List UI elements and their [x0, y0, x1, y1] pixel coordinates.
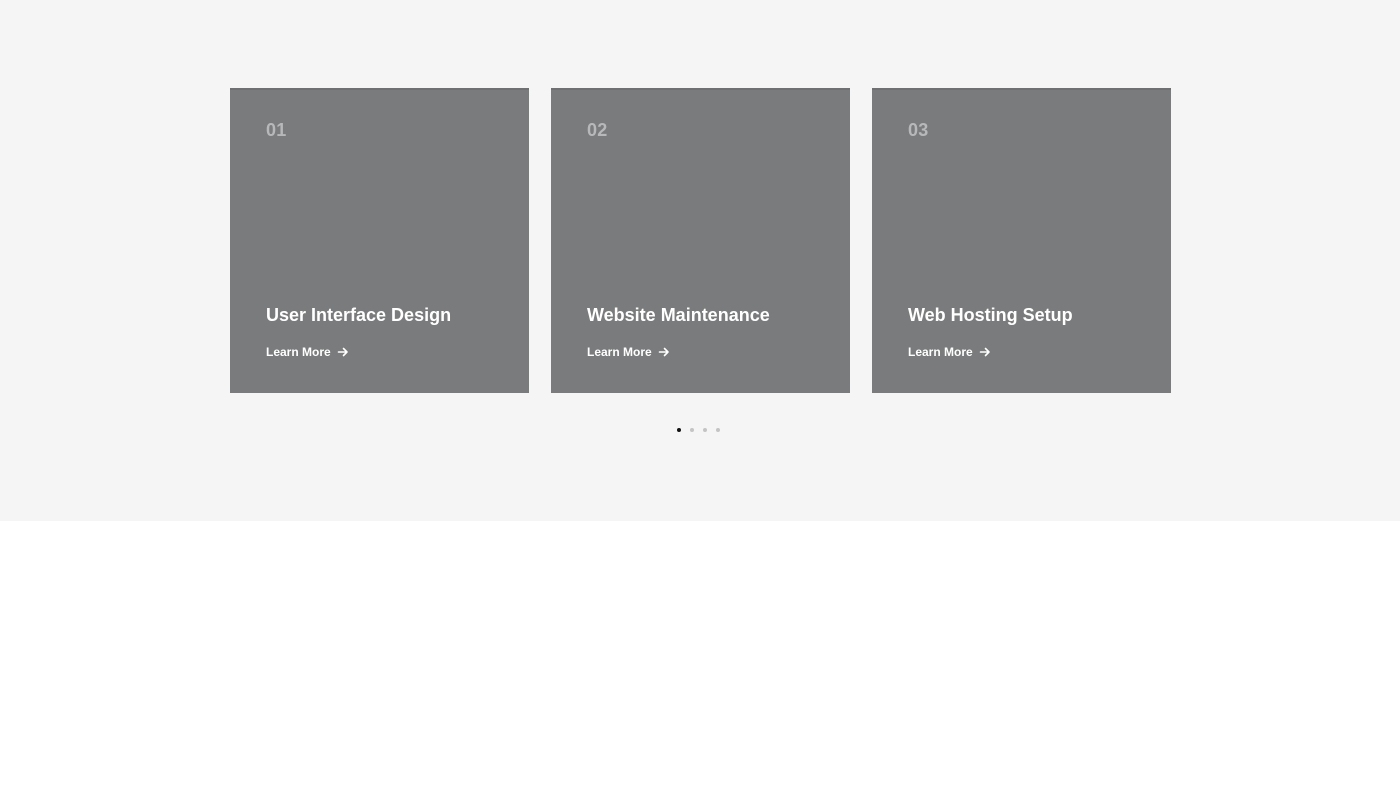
learn-more-link[interactable]: Learn More [908, 345, 991, 359]
pagination-dot[interactable] [677, 428, 681, 432]
card-title: Website Maintenance [587, 305, 770, 325]
arrow-right-icon [337, 347, 348, 357]
pagination-dot[interactable] [716, 428, 720, 432]
service-card: 01 User Interface Design Learn More [230, 88, 529, 393]
card-title: User Interface Design [266, 305, 452, 325]
learn-more-label: Learn More [587, 345, 652, 359]
services-carousel: 01 User Interface Design Learn More 02 W… [230, 88, 1171, 393]
carousel-pagination [677, 428, 720, 432]
card-number: 02 [587, 120, 608, 140]
arrow-right-icon [658, 347, 669, 357]
service-card: 03 Web Hosting Setup Learn More [872, 88, 1171, 393]
card-title: Web Hosting Setup [908, 305, 1073, 325]
arrow-right-icon [979, 347, 990, 357]
pagination-dot[interactable] [690, 428, 694, 432]
services-section: 01 User Interface Design Learn More 02 W… [0, 0, 1400, 521]
card-number: 01 [266, 120, 287, 140]
card-number: 03 [908, 120, 929, 140]
service-card: 02 Website Maintenance Learn More [551, 88, 850, 393]
learn-more-link[interactable]: Learn More [587, 345, 670, 359]
pagination-dot[interactable] [703, 428, 707, 432]
learn-more-label: Learn More [266, 345, 331, 359]
learn-more-label: Learn More [908, 345, 973, 359]
learn-more-link[interactable]: Learn More [266, 345, 349, 359]
